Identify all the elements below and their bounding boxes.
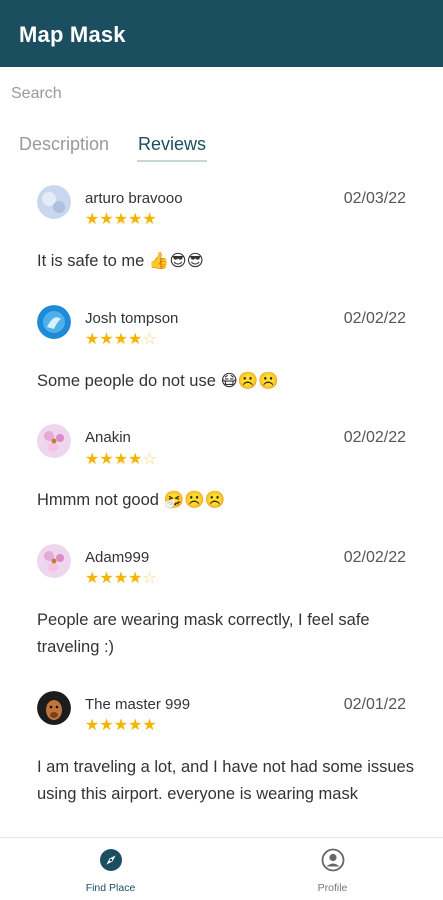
- review-text: I am traveling a lot, and I have not had…: [37, 758, 414, 803]
- star-full-icon: ★★★★★: [85, 211, 157, 228]
- review-text: It is safe to me 👍😎😎: [37, 252, 204, 270]
- reviewer-name: The master 999: [85, 696, 191, 713]
- review-date: 02/03/22: [343, 190, 406, 207]
- place-details: Description Reviews arturo bravooo 02/03…: [0, 121, 443, 837]
- star-empty-icon: ☆: [142, 570, 157, 587]
- blue-dolphin-avatar: [37, 305, 71, 339]
- star-rating: ★★★★☆: [85, 452, 157, 468]
- tab-description[interactable]: Description: [19, 134, 109, 155]
- review-date: 02/01/22: [343, 696, 406, 713]
- review-date: 02/02/22: [343, 429, 406, 446]
- user-circle-icon: [321, 848, 345, 872]
- star-rating: ★★★★★: [85, 718, 157, 734]
- review-date: 02/02/22: [343, 310, 406, 327]
- compass-icon: [99, 848, 123, 872]
- star-rating: ★★★★☆: [85, 332, 157, 348]
- reviewer-name: Josh tompson: [85, 310, 179, 327]
- active-tab-indicator: [137, 160, 207, 162]
- pale-blue-avatar: [37, 185, 71, 219]
- nav-profile[interactable]: Profile: [222, 838, 443, 900]
- dog-avatar: [37, 691, 71, 725]
- star-full-icon: ★★★★: [85, 570, 143, 587]
- app-bar: Map Mask: [0, 0, 443, 67]
- tab-bar: Description Reviews: [0, 121, 443, 165]
- review-text: Hmmm not good 🤧☹️☹️: [37, 491, 226, 509]
- nav-label: Profile: [317, 882, 348, 894]
- reviewer-name: Adam999: [85, 549, 150, 566]
- review-text: Some people do not use 😷☹️☹️: [37, 372, 279, 390]
- star-rating: ★★★★★: [85, 212, 157, 228]
- nav-label: Find Place: [85, 882, 136, 894]
- bottom-navigation: Find Place Profile: [0, 837, 443, 900]
- star-full-icon: ★★★★★: [85, 717, 157, 734]
- pink-flower-avatar: [37, 544, 71, 578]
- star-full-icon: ★★★★: [85, 331, 143, 348]
- star-empty-icon: ☆: [142, 451, 157, 468]
- reviewer-name: arturo bravooo: [85, 190, 183, 207]
- reviewer-name: Anakin: [85, 429, 131, 446]
- star-full-icon: ★★★★: [85, 451, 143, 468]
- star-rating: ★★★★☆: [85, 571, 157, 587]
- search-input[interactable]: [0, 67, 443, 121]
- nav-find-place[interactable]: Find Place: [0, 838, 221, 900]
- review-date: 02/02/22: [343, 549, 406, 566]
- search-bar[interactable]: [0, 67, 443, 121]
- app-title: Map Mask: [19, 22, 126, 47]
- review-text: People are wearing mask correctly, I fee…: [37, 611, 370, 656]
- tab-reviews[interactable]: Reviews: [138, 134, 206, 155]
- pink-flower-avatar: [37, 424, 71, 458]
- star-empty-icon: ☆: [142, 331, 157, 348]
